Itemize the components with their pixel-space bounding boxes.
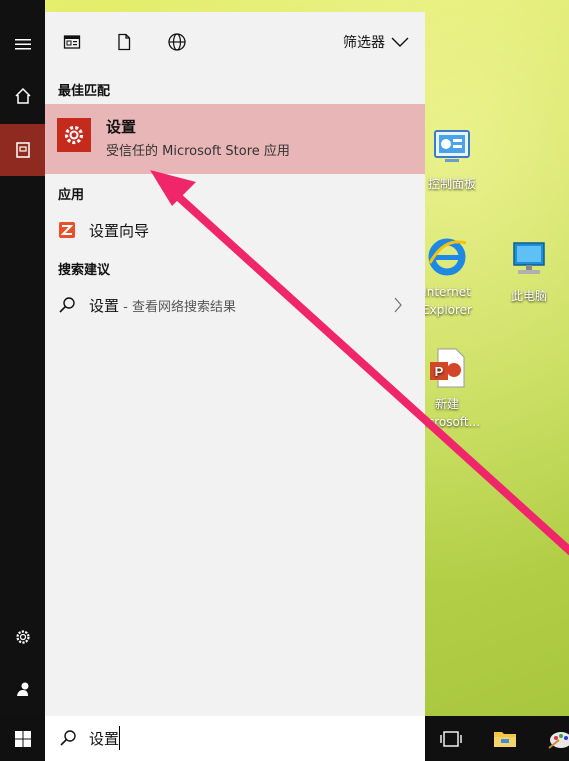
start-button[interactable]	[0, 716, 45, 761]
filter-dropdown[interactable]: 筛选器	[343, 32, 409, 52]
text-cursor	[119, 726, 120, 750]
best-match-heading: 最佳匹配	[58, 84, 111, 99]
app-result-item[interactable]: 设置向导	[45, 214, 425, 246]
computer-icon	[506, 237, 552, 283]
hamburger-icon	[14, 39, 31, 50]
suggestion-query: 设置	[89, 296, 120, 315]
document-icon	[15, 142, 30, 158]
task-view-button[interactable]	[436, 724, 466, 754]
start-menu-rail	[0, 0, 45, 716]
app-window-icon	[63, 35, 81, 49]
app-result-label: 设置向导	[89, 221, 150, 240]
powerpoint-file-icon: P	[424, 345, 470, 391]
suggestion-label: 设置 - 查看网络搜索结果	[89, 295, 236, 316]
chevron-right-icon[interactable]	[393, 297, 403, 313]
folder-icon	[494, 732, 516, 747]
desktop-icon-this-pc[interactable]: 此电脑	[489, 237, 569, 305]
document-icon	[118, 33, 131, 51]
search-input[interactable]: 设置	[89, 728, 119, 749]
paint-app-button[interactable]	[545, 724, 569, 754]
web-suggestion-item[interactable]: 设置 - 查看网络搜索结果	[45, 289, 425, 321]
file-explorer-button[interactable]	[490, 724, 520, 754]
chevron-down-icon	[391, 37, 409, 47]
search-icon	[58, 296, 76, 314]
control-panel-icon	[429, 125, 475, 171]
gear-icon	[64, 125, 84, 145]
user-button[interactable]	[0, 665, 45, 713]
paint-palette-icon	[548, 732, 569, 749]
internet-explorer-icon	[424, 233, 470, 279]
expand-menu-button[interactable]	[0, 20, 45, 68]
best-match-title: 设置	[106, 118, 137, 136]
search-icon	[60, 730, 76, 746]
best-match-result[interactable]: 设置 受信任的 Microsoft Store 应用	[45, 104, 425, 174]
apps-scope-button[interactable]	[60, 30, 84, 54]
documents-scope-button[interactable]	[112, 30, 136, 54]
home-button[interactable]	[0, 72, 45, 120]
suggestion-subtext: - 查看网络搜索结果	[119, 299, 236, 315]
settings-button[interactable]	[0, 613, 45, 661]
globe-icon	[168, 33, 186, 51]
search-suggestions-heading: 搜索建议	[58, 263, 111, 278]
best-match-subtitle: 受信任的 Microsoft Store 应用	[106, 144, 290, 159]
home-icon	[14, 87, 31, 104]
search-scope-bar: 筛选器	[45, 12, 425, 70]
wizard-app-icon	[58, 221, 76, 239]
documents-button[interactable]	[0, 124, 45, 176]
settings-app-icon	[57, 118, 91, 152]
user-icon	[16, 682, 28, 696]
svg-text:P: P	[435, 364, 444, 379]
taskbar-search-box[interactable]: 设置	[45, 716, 425, 761]
web-scope-button[interactable]	[165, 30, 189, 54]
desktop-icon-label: 此电脑	[510, 289, 547, 303]
gear-icon	[15, 630, 30, 644]
apps-heading: 应用	[58, 188, 85, 203]
search-results-panel: 筛选器 最佳匹配 设置 受信任的 Microsoft Store 应用 应用 设…	[45, 12, 425, 716]
windows-logo-icon	[14, 730, 31, 747]
filter-label: 筛选器	[343, 35, 385, 51]
task-view-icon	[440, 731, 462, 747]
